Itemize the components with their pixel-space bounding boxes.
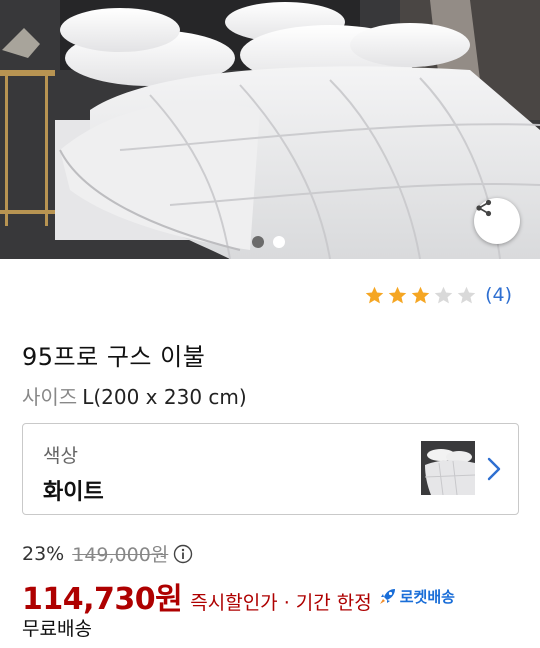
rocket-delivery-label: 로켓배송 <box>399 587 455 606</box>
product-image-gallery[interactable] <box>0 0 540 259</box>
gallery-indicator <box>252 236 285 248</box>
discount-info: 23% 149,000원 <box>22 540 193 567</box>
product-rating[interactable]: (4) <box>364 284 512 306</box>
option-label: 색상 <box>43 445 78 467</box>
star-empty-icon <box>434 286 453 303</box>
star-empty-icon <box>457 286 476 303</box>
size-value: L(200 x 230 cm) <box>82 385 247 409</box>
star-icon <box>388 286 407 303</box>
discount-rate: 23% <box>22 542 65 565</box>
rocket-icon <box>379 589 395 604</box>
share-button[interactable] <box>474 198 520 244</box>
sale-price: 114,730원 <box>22 582 183 617</box>
original-price: 149,000원 <box>72 544 169 566</box>
size-label: 사이즈 <box>22 385 78 409</box>
sale-price-line: 114,730원 즉시할인가 · 기간 한정 로켓배송 <box>22 574 455 618</box>
star-icon <box>365 286 384 303</box>
option-thumbnail <box>421 441 475 495</box>
gallery-dot-active[interactable] <box>252 236 264 248</box>
color-option-selector[interactable]: 색상 화이트 <box>22 423 519 515</box>
info-icon[interactable] <box>173 544 193 564</box>
product-photo <box>0 0 540 259</box>
product-title: 95프로 구스 이불 <box>22 343 206 371</box>
gallery-dot[interactable] <box>273 236 285 248</box>
chevron-right-icon <box>487 457 501 481</box>
share-icon <box>476 199 492 217</box>
review-count-link[interactable]: (4) <box>485 284 512 306</box>
star-icon <box>411 286 430 303</box>
product-size: 사이즈 L(200 x 230 cm) <box>22 381 247 410</box>
rocket-delivery-badge: 로켓배송 <box>378 586 455 607</box>
shipping-info: 무료배송 <box>22 618 92 640</box>
option-value: 화이트 <box>43 480 104 505</box>
price-note: 즉시할인가 · 기간 한정 <box>190 592 372 614</box>
